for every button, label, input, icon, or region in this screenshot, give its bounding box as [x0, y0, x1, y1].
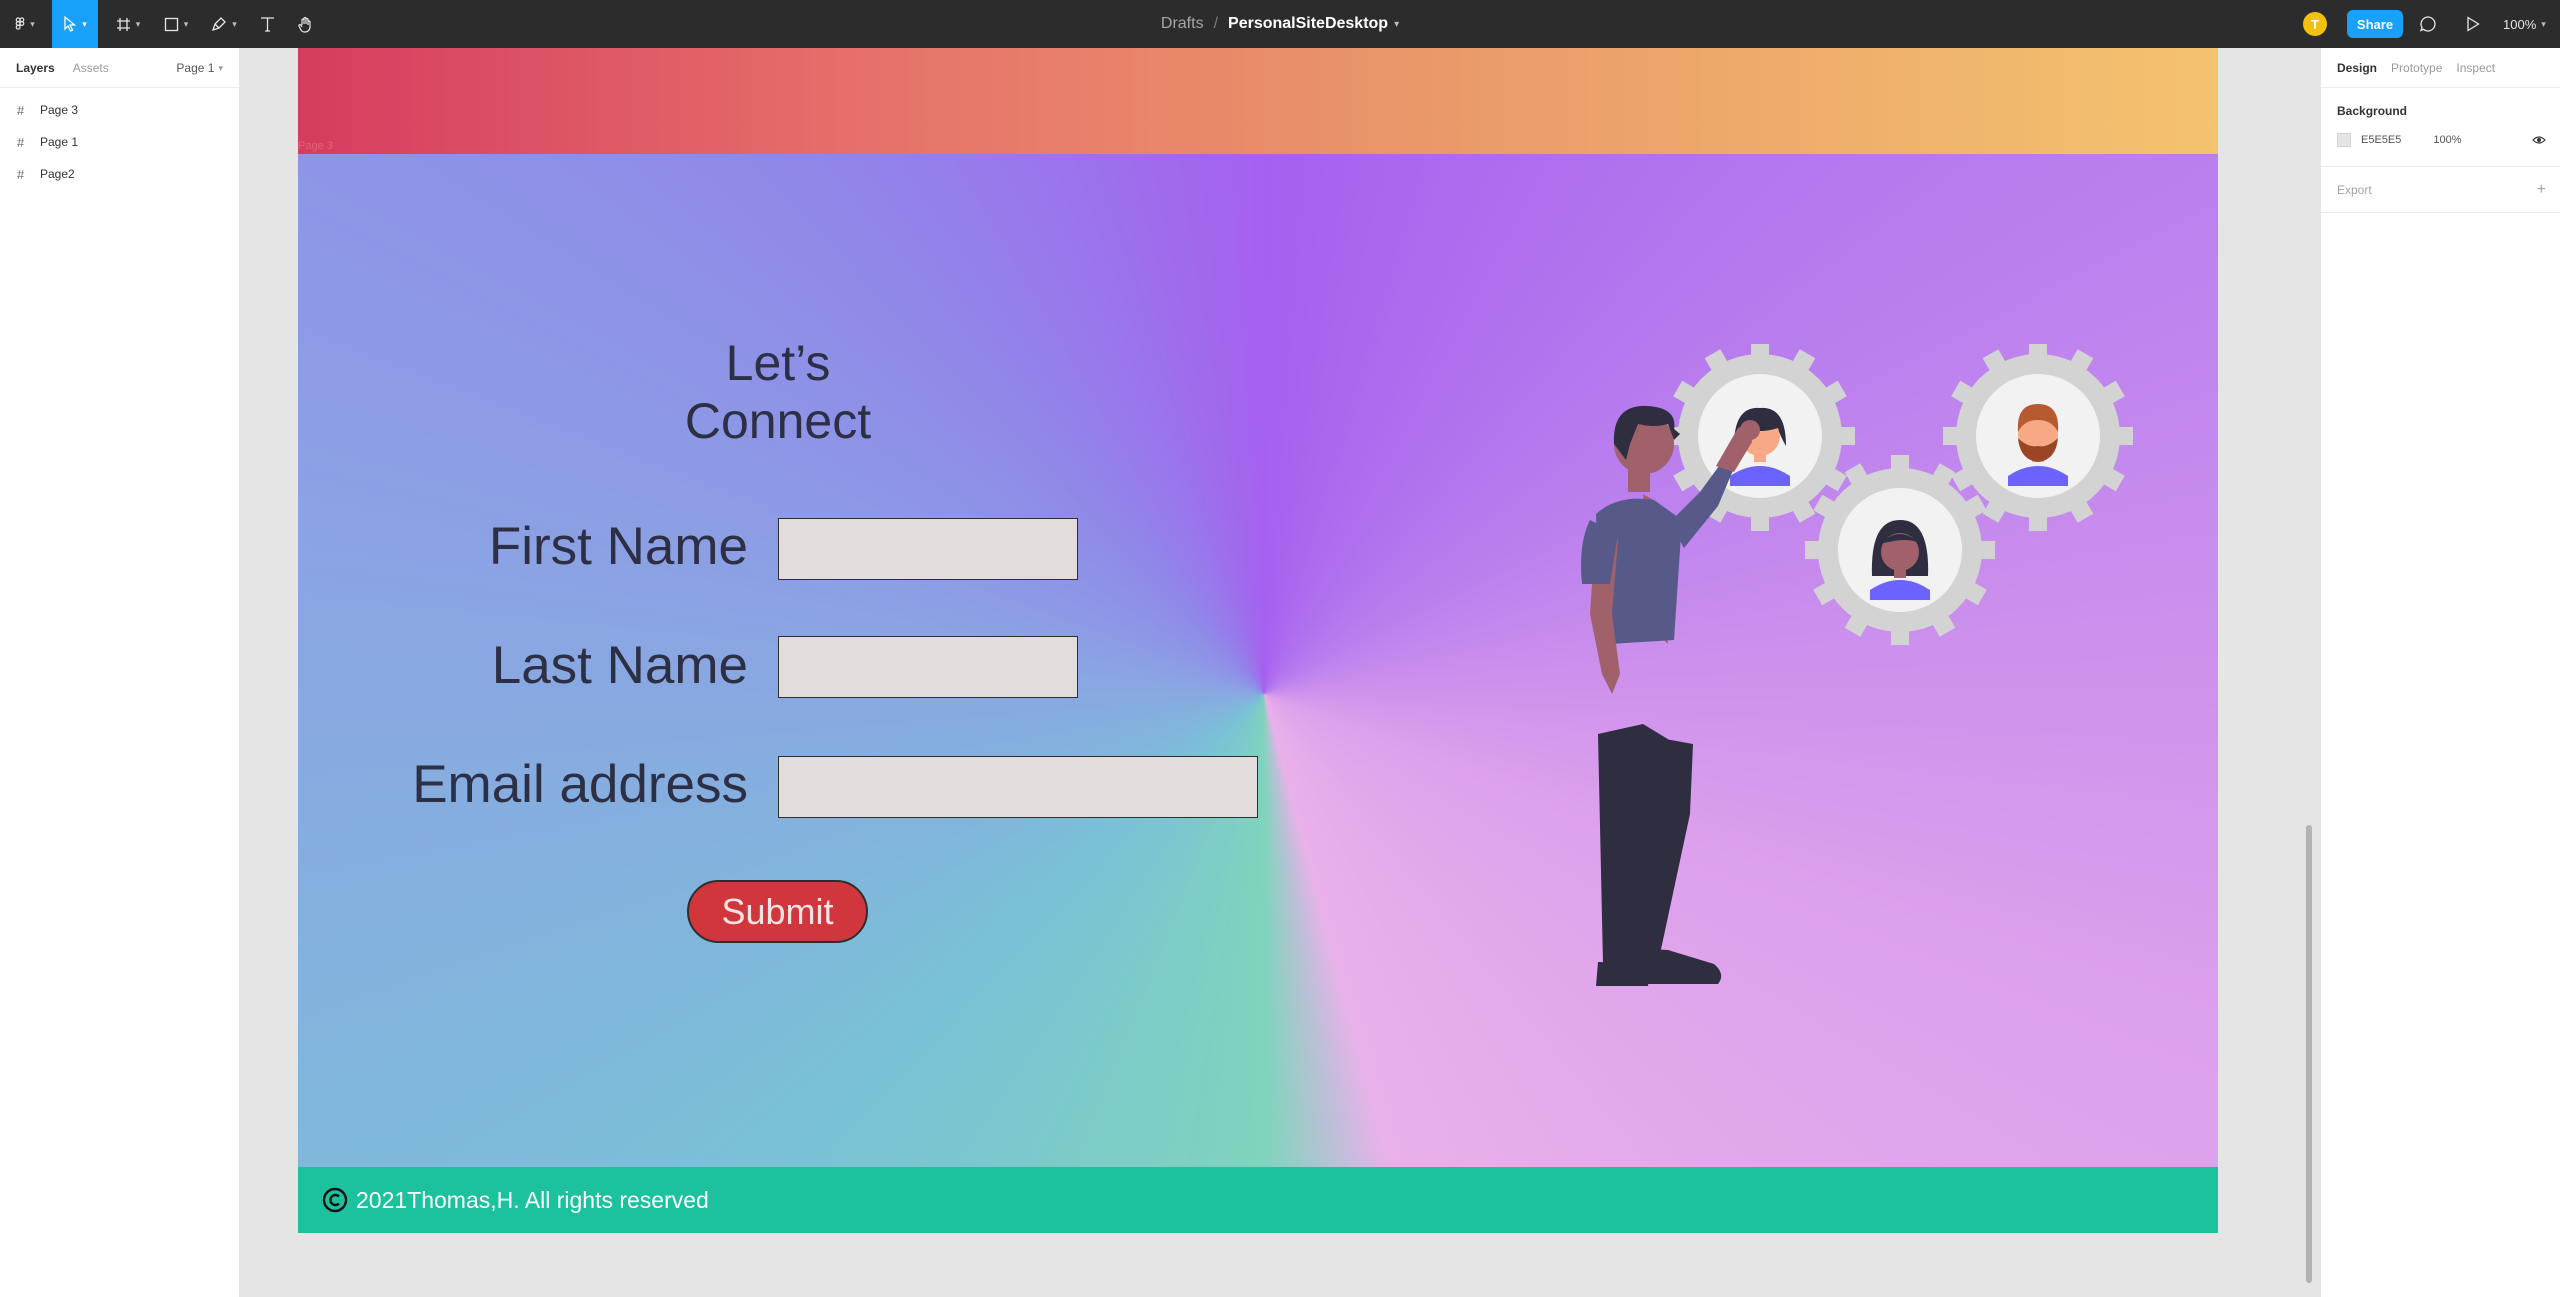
- text-icon: [260, 17, 274, 32]
- email-field[interactable]: [778, 756, 1258, 818]
- submit-button[interactable]: Submit: [687, 880, 868, 943]
- present-button[interactable]: [2461, 0, 2485, 48]
- play-icon: [2467, 16, 2480, 32]
- layer-item-label: Page 3: [40, 103, 79, 117]
- figma-logo-icon: [15, 17, 25, 30]
- main-menu-button[interactable]: ▾: [8, 0, 42, 48]
- frame-label[interactable]: Page 3: [298, 140, 333, 152]
- export-label: Export: [2337, 182, 2372, 197]
- avatar[interactable]: T: [2303, 12, 2327, 36]
- tab-inspect[interactable]: Inspect: [2456, 61, 2495, 75]
- comment-button[interactable]: [2416, 0, 2440, 48]
- zoom-label: 100%: [2503, 16, 2537, 32]
- layer-list: # Page 3 # Page 1 # Page2: [0, 88, 239, 190]
- pen-tool-button[interactable]: ▾: [204, 0, 244, 48]
- left-panel-tabs: Layers Assets Page 1 ▾: [0, 48, 239, 88]
- hand-icon: [297, 16, 311, 33]
- text-tool-button[interactable]: [252, 0, 282, 48]
- breadcrumb-separator: /: [1213, 15, 1219, 32]
- export-section[interactable]: Export +: [2321, 167, 2560, 213]
- team-gears-illustration: [1581, 344, 2133, 986]
- background-opacity[interactable]: 100%: [2433, 134, 2461, 146]
- breadcrumb: Drafts / PersonalSiteDesktop ▾: [0, 0, 2560, 48]
- page-selector-label: Page 1: [176, 61, 215, 75]
- page-selector[interactable]: Page 1 ▾: [176, 48, 223, 88]
- toolbar: ▾ ▾ ▾ ▾ ▾ Drafts / PersonalSiteDesktop ▾…: [0, 0, 2560, 48]
- share-button[interactable]: Share: [2347, 10, 2403, 38]
- page-title: Let’s Connect: [684, 335, 872, 449]
- right-panel-tabs: Design Prototype Inspect: [2321, 48, 2560, 88]
- page-3-frame[interactable]: Let’s Connect First Name Last Name Email…: [298, 154, 2218, 1233]
- properties-panel: Design Prototype Inspect Background E5E5…: [2320, 48, 2560, 1297]
- first-name-label: First Name: [488, 517, 748, 576]
- layer-item-page-1[interactable]: # Page 1: [0, 126, 239, 158]
- background-section-title: Background: [2337, 104, 2408, 118]
- background-fill-row[interactable]: E5E5E5 100%: [2321, 124, 2560, 156]
- rectangle-icon: [164, 17, 178, 31]
- frame-icon: [116, 17, 130, 31]
- tab-assets[interactable]: Assets: [73, 61, 109, 75]
- footer-text: 2021Thomas,H. All rights reserved: [356, 1186, 709, 1213]
- file-name[interactable]: PersonalSiteDesktop: [1228, 15, 1388, 33]
- add-export-icon[interactable]: +: [2537, 181, 2546, 199]
- chevron-down-icon: ▾: [218, 62, 223, 73]
- chevron-down-icon: ▾: [2541, 18, 2546, 29]
- layer-item-page-3[interactable]: # Page 3: [0, 94, 239, 126]
- canvas-scrollbar[interactable]: [2306, 825, 2312, 1283]
- frame-tool-button[interactable]: ▾: [108, 0, 148, 48]
- tab-layers[interactable]: Layers: [16, 61, 55, 75]
- footer: 2021Thomas,H. All rights reserved: [298, 1167, 2218, 1233]
- layers-panel: Layers Assets Page 1 ▾ # Page 3 # Page 1…: [0, 48, 240, 1297]
- chevron-down-icon[interactable]: ▾: [1394, 19, 1399, 30]
- layer-item-page2[interactable]: # Page2: [0, 158, 239, 190]
- frame-icon: #: [17, 166, 25, 182]
- last-name-field[interactable]: [778, 636, 1078, 698]
- frame-icon: #: [17, 102, 25, 118]
- drafts-link[interactable]: Drafts: [1161, 15, 1204, 33]
- first-name-field[interactable]: [778, 518, 1078, 580]
- email-label: Email address: [412, 755, 748, 814]
- page-1-frame[interactable]: [298, 48, 2218, 154]
- cursor-icon: [64, 16, 77, 32]
- last-name-label: Last Name: [491, 636, 748, 695]
- hand-tool-button[interactable]: [288, 0, 322, 48]
- shape-tool-button[interactable]: ▾: [156, 0, 196, 48]
- eye-icon[interactable]: [2532, 133, 2546, 147]
- background-color-swatch[interactable]: [2337, 133, 2351, 147]
- layer-item-label: Page2: [40, 167, 75, 181]
- copyright-icon: [322, 1187, 348, 1213]
- pen-icon: [212, 17, 227, 32]
- comment-icon: [2419, 16, 2436, 32]
- background-hex[interactable]: E5E5E5: [2361, 134, 2401, 146]
- tab-prototype[interactable]: Prototype: [2391, 61, 2442, 75]
- layer-item-label: Page 1: [40, 135, 79, 149]
- tab-design[interactable]: Design: [2337, 61, 2377, 75]
- zoom-control[interactable]: 100% ▾: [2503, 0, 2546, 48]
- move-tool-button[interactable]: ▾: [52, 0, 98, 48]
- frame-icon: #: [17, 134, 25, 150]
